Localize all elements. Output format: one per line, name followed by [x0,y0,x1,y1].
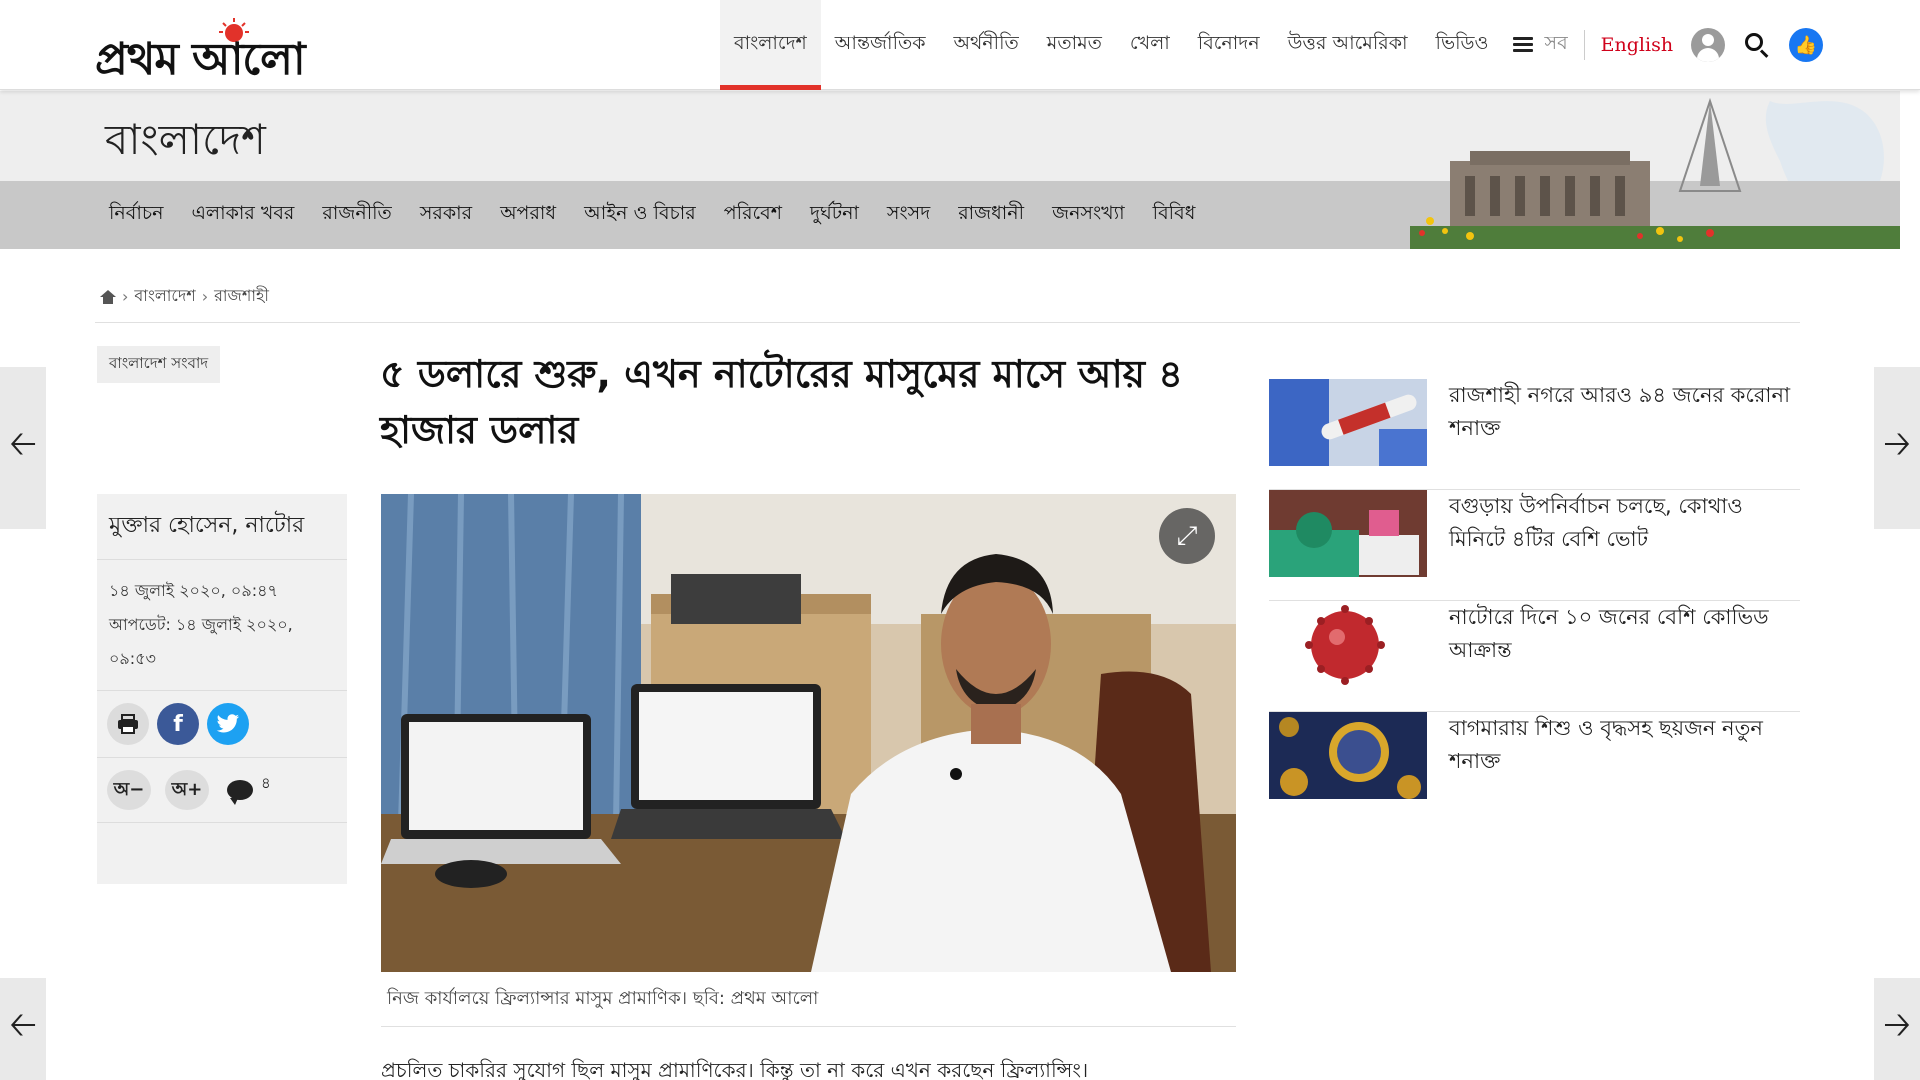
subnav-item-environment[interactable]: পরিবেশ [724,199,782,231]
menu-icon [1512,37,1535,53]
nav-item-bangladesh[interactable]: বাংলাদেশ [720,0,821,90]
article-headline: ৫ ডলারে শুরু, এখন নাটোরের মাসুমের মাসে আ… [380,352,1183,452]
section-banner-illustration [1410,97,1900,249]
subnav-item-government[interactable]: সরকার [420,199,472,231]
subnav-item-law[interactable]: আইন ও বিচার [584,199,696,231]
comment-count: ৪ [261,773,271,792]
site-header: প্রথম আলো বাংলাদেশ আন্তর্জাতিক অর্থনীতি … [0,0,1920,90]
share-buttons: f [97,691,347,758]
logo-text: প্রথম আলো [95,34,306,85]
section-title[interactable]: বাংলাদেশ [105,107,266,178]
subnav-item-parliament[interactable]: সংসদ [887,199,930,231]
breadcrumb-item-rajshahi[interactable]: রাজশাহী [214,283,269,310]
related-title[interactable]: বগুড়ায় উপনির্বাচন চলছে, কোথাও মিনিটে ৪… [1449,490,1800,600]
prev-arrow-bottom-icon[interactable]: 🡠 [0,978,46,1080]
subnav-item-misc[interactable]: বিবিধ [1153,199,1196,231]
article-photo [381,494,1236,972]
comment-icon[interactable] [227,780,253,805]
related-thumbnail[interactable] [1269,712,1427,799]
breadcrumb-separator: › [122,287,129,306]
subnav-item-accident[interactable]: দুর্ঘটনা [810,199,859,231]
related-title[interactable]: বাগমারায় শিশু ও বৃদ্ধসহ ছয়জন নতুন শনাক… [1449,712,1800,823]
subnav-item-local-news[interactable]: এলাকার খবর [191,199,294,231]
updated-date: আপডেট: ১৪ জুলাই ২০২০, ০৯:৫৩ [109,615,293,668]
nav-item-international[interactable]: আন্তর্জাতিক [821,0,940,90]
print-icon[interactable] [107,703,149,745]
search-icon[interactable] [1743,31,1771,59]
main-nav: বাংলাদেশ আন্তর্জাতিক অর্থনীতি মতামত খেলা… [720,0,1824,90]
home-icon[interactable] [100,289,116,304]
related-item[interactable]: নাটোরে দিনে ১০ জনের বেশি কোভিড আক্রান্ত [1269,601,1800,712]
article-dates: ১৪ জুলাই ২০২০, ০৯:৪৭ আপডেট: ১৪ জুলাই ২০২… [97,560,347,691]
expand-image-icon[interactable]: ⤢ [1159,508,1215,564]
twitter-share-icon[interactable] [207,703,249,745]
author-name[interactable]: মুক্তার হোসেন, নাটোর [97,494,347,560]
all-menu-label: সব [1544,32,1568,54]
related-item[interactable]: রাজশাহী নগরে আরও ৯৪ জনের করোনা শনাক্ত [1269,379,1800,490]
divider [95,322,1800,323]
subnav-item-population[interactable]: জনসংখ্যা [1052,199,1125,231]
subnav-item-capital[interactable]: রাজধানী [958,199,1024,231]
related-news-list: রাজশাহী নগরে আরও ৯৪ জনের করোনা শনাক্ত বগ… [1269,379,1800,823]
divider [1583,30,1585,60]
breadcrumb-item-bangladesh[interactable]: বাংলাদেশ [134,283,195,310]
related-title[interactable]: নাটোরে দিনে ১০ জনের বেশি কোভিড আক্রান্ত [1449,601,1800,711]
article-body: প্রচলিত চাকরির সুযোগ ছিল মাসুম প্রামাণিক… [381,1058,1089,1080]
subnav-item-politics[interactable]: রাজনীতি [322,199,391,231]
related-thumbnail[interactable] [1269,490,1427,577]
facebook-share-icon[interactable]: f [157,703,199,745]
like-icon[interactable]: 👍 [1789,28,1824,62]
font-decrease-button[interactable]: অ− [107,770,151,810]
site-logo[interactable]: প্রথম আলো [95,12,385,85]
nav-item-north-america[interactable]: উত্তর আমেরিকা [1274,0,1422,90]
related-item[interactable]: বগুড়ায় উপনির্বাচন চলছে, কোথাও মিনিটে ৪… [1269,490,1800,601]
nav-item-economy[interactable]: অর্থনীতি [940,0,1033,90]
nav-item-sports[interactable]: খেলা [1116,0,1184,90]
divider [381,1026,1236,1027]
breadcrumb-separator: › [201,287,209,306]
font-increase-button[interactable]: অ+ [165,770,209,810]
user-avatar-icon[interactable] [1691,28,1726,62]
article-image: ⤢ [381,494,1236,972]
author-box: মুক্তার হোসেন, নাটোর ১৪ জুলাই ২০২০, ০৯:৪… [97,494,347,884]
prev-article-arrow-icon[interactable]: 🡠 [0,367,46,529]
related-title[interactable]: রাজশাহী নগরে আরও ৯৪ জনের করোনা শনাক্ত [1449,379,1800,489]
next-article-arrow-icon[interactable]: 🡢 [1874,367,1920,529]
published-date: ১৪ জুলাই ২০২০, ০৯:৪৭ [109,581,278,600]
breadcrumb: › বাংলাদেশ › রাজশাহী [100,283,269,310]
all-menu-button[interactable]: সব [1512,29,1568,61]
english-link[interactable]: English [1601,34,1673,56]
nav-item-entertainment[interactable]: বিনোদন [1184,0,1274,90]
subnav-item-crime[interactable]: অপরাধ [500,199,556,231]
font-size-controls: অ− অ+ ৪ [97,758,347,823]
subnav-item-election[interactable]: নির্বাচন [109,199,163,231]
article-tag[interactable]: বাংলাদেশ সংবাদ [97,346,221,383]
image-caption: নিজ কার্যালয়ে ফ্রিল্যান্সার মাসুম প্রাম… [387,988,819,1009]
related-thumbnail[interactable] [1269,601,1427,688]
nav-item-opinion[interactable]: মতামত [1033,0,1116,90]
related-thumbnail[interactable] [1269,379,1427,466]
next-arrow-bottom-icon[interactable]: 🡢 [1874,978,1920,1080]
related-item[interactable]: বাগমারায় শিশু ও বৃদ্ধসহ ছয়জন নতুন শনাক… [1269,712,1800,823]
nav-item-video[interactable]: ভিডিও [1422,0,1503,90]
